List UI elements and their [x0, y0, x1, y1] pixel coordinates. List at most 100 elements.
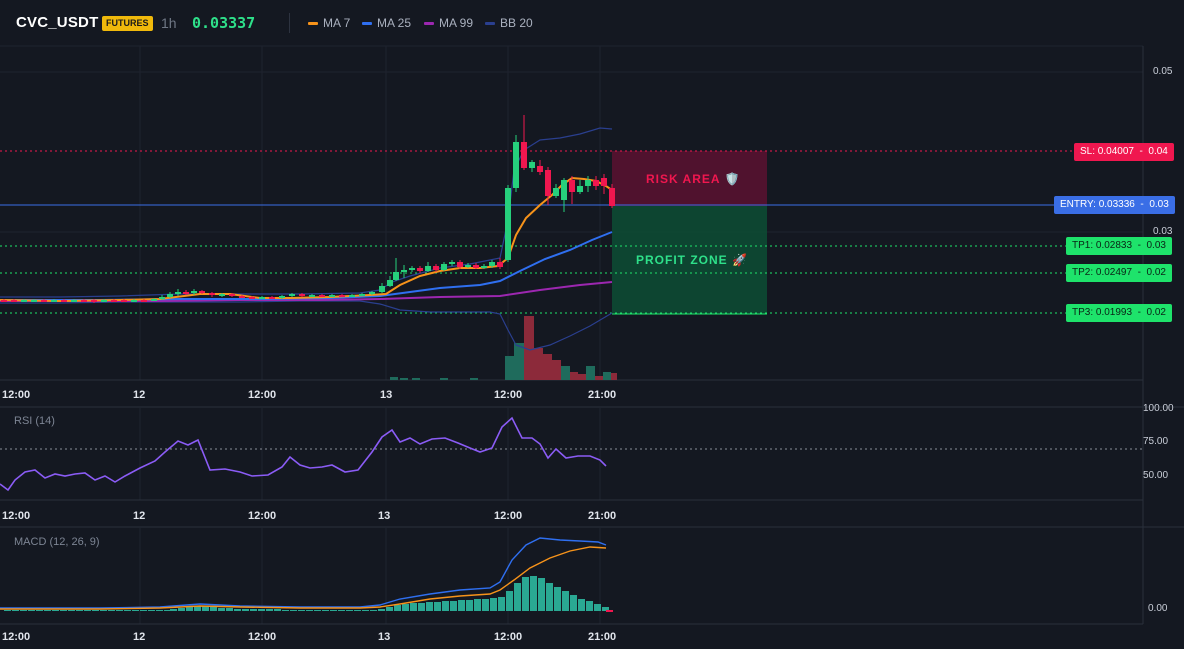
macd-hist-bar — [68, 610, 75, 611]
candle-body[interactable] — [481, 266, 487, 268]
rsi-time-label: 12:00 — [248, 510, 277, 522]
candle-body[interactable] — [309, 295, 315, 297]
candle-body[interactable] — [289, 294, 295, 296]
tp2-tag[interactable]: TP2: 0.02497 - 0.02 — [1066, 264, 1172, 282]
candle-body[interactable] — [1, 300, 7, 302]
candle-body[interactable] — [349, 295, 355, 297]
candle-body[interactable] — [441, 264, 447, 270]
candle-body[interactable] — [465, 265, 471, 267]
candle-body[interactable] — [101, 300, 107, 302]
candle-body[interactable] — [529, 162, 535, 168]
candle-body[interactable] — [359, 294, 365, 296]
tp2-axis-text: 0.02 — [1146, 267, 1166, 278]
macd-hist-bar — [20, 610, 27, 611]
candle-body[interactable] — [409, 268, 415, 270]
candle-body[interactable] — [339, 295, 345, 297]
candle-body[interactable] — [151, 299, 157, 301]
candle-body[interactable] — [131, 300, 137, 302]
candle-body[interactable] — [537, 166, 543, 172]
tp3-tag[interactable]: TP3: 0.01993 - 0.02 — [1066, 304, 1172, 322]
candle-body[interactable] — [593, 180, 599, 186]
macd-hist-bar — [4, 610, 11, 611]
candle-body[interactable] — [319, 295, 325, 297]
entry-tag[interactable]: ENTRY: 0.03336 - 0.03 — [1054, 196, 1175, 214]
candle-body[interactable] — [61, 300, 67, 302]
macd-hist-bar — [258, 609, 265, 611]
candle-body[interactable] — [219, 294, 225, 296]
candle-body[interactable] — [585, 180, 591, 186]
candle-body[interactable] — [269, 297, 275, 299]
candle-body[interactable] — [229, 294, 235, 296]
macd-hist-bar — [354, 610, 361, 611]
candle-body[interactable] — [259, 297, 265, 299]
candle-body[interactable] — [513, 142, 519, 188]
sl-tag[interactable]: SL: 0.04007 - 0.04 — [1074, 143, 1174, 161]
candle-body[interactable] — [159, 297, 165, 299]
candle-body[interactable] — [393, 272, 399, 280]
candle-body[interactable] — [379, 286, 385, 292]
candle-body[interactable] — [11, 300, 17, 302]
macd-hist-bar — [322, 610, 329, 611]
candle-body[interactable] — [577, 186, 583, 192]
price-chart[interactable] — [0, 0, 1184, 649]
candle-body[interactable] — [449, 262, 455, 264]
candle-body[interactable] — [561, 180, 567, 200]
macd-time-label: 12 — [133, 631, 146, 643]
macd-time-label: 13 — [378, 631, 391, 643]
candle-body[interactable] — [609, 188, 615, 206]
candle-body[interactable] — [521, 142, 527, 168]
candle-body[interactable] — [417, 268, 423, 271]
candle-body[interactable] — [329, 295, 335, 297]
candle-body[interactable] — [81, 300, 87, 302]
candle-body[interactable] — [489, 262, 495, 266]
profit-zone-label: PROFIT ZONE 🚀 — [636, 253, 748, 267]
macd-time-label: 12:00 — [2, 631, 31, 643]
candle-body[interactable] — [497, 262, 503, 267]
candle-body[interactable] — [209, 293, 215, 295]
candle-body[interactable] — [569, 180, 575, 192]
candle-body[interactable] — [279, 296, 285, 298]
candle-body[interactable] — [167, 294, 173, 297]
candle-body[interactable] — [505, 188, 511, 260]
macd-hist-bar — [266, 609, 273, 611]
candle-body[interactable] — [175, 292, 181, 294]
candle-body[interactable] — [387, 280, 393, 286]
rsi-axis-label: 100.00 — [1143, 403, 1174, 414]
macd-hist-bar — [226, 608, 233, 611]
candle-body[interactable] — [299, 294, 305, 296]
candle-body[interactable] — [425, 266, 431, 271]
macd-hist-bar — [218, 608, 225, 611]
candle-body[interactable] — [199, 291, 205, 293]
macd-hist-bar — [458, 600, 465, 611]
candle-body[interactable] — [111, 300, 117, 302]
macd-hist-bar — [132, 610, 139, 611]
candle-body[interactable] — [191, 291, 197, 293]
candle-body[interactable] — [457, 262, 463, 267]
candle-body[interactable] — [51, 300, 57, 302]
candle-body[interactable] — [183, 292, 189, 294]
candle-body[interactable] — [249, 297, 255, 299]
macd-hist-bar — [282, 610, 289, 611]
candle-body[interactable] — [433, 266, 439, 270]
macd-hist-bar — [314, 610, 321, 611]
tp1-tag[interactable]: TP1: 0.02833 - 0.03 — [1066, 237, 1172, 255]
candle-body[interactable] — [239, 296, 245, 298]
candle-body[interactable] — [41, 300, 47, 302]
candle-body[interactable] — [121, 300, 127, 302]
time-axis-label: 12 — [133, 389, 146, 401]
candle-body[interactable] — [369, 292, 375, 294]
macd-hist-bar — [274, 609, 281, 611]
macd-hist-bar — [482, 599, 489, 611]
candle-body[interactable] — [71, 300, 77, 302]
candle-body[interactable] — [545, 170, 551, 196]
candle-body[interactable] — [21, 300, 27, 302]
candle-body[interactable] — [473, 265, 479, 268]
candle-body[interactable] — [553, 188, 559, 196]
candle-body[interactable] — [31, 300, 37, 302]
macd-hist-bar — [466, 600, 473, 611]
candle-body[interactable] — [91, 300, 97, 302]
candle-body[interactable] — [401, 270, 407, 272]
candle-body[interactable] — [141, 300, 147, 302]
candle-body[interactable] — [601, 178, 607, 186]
bb-lower — [0, 300, 613, 351]
